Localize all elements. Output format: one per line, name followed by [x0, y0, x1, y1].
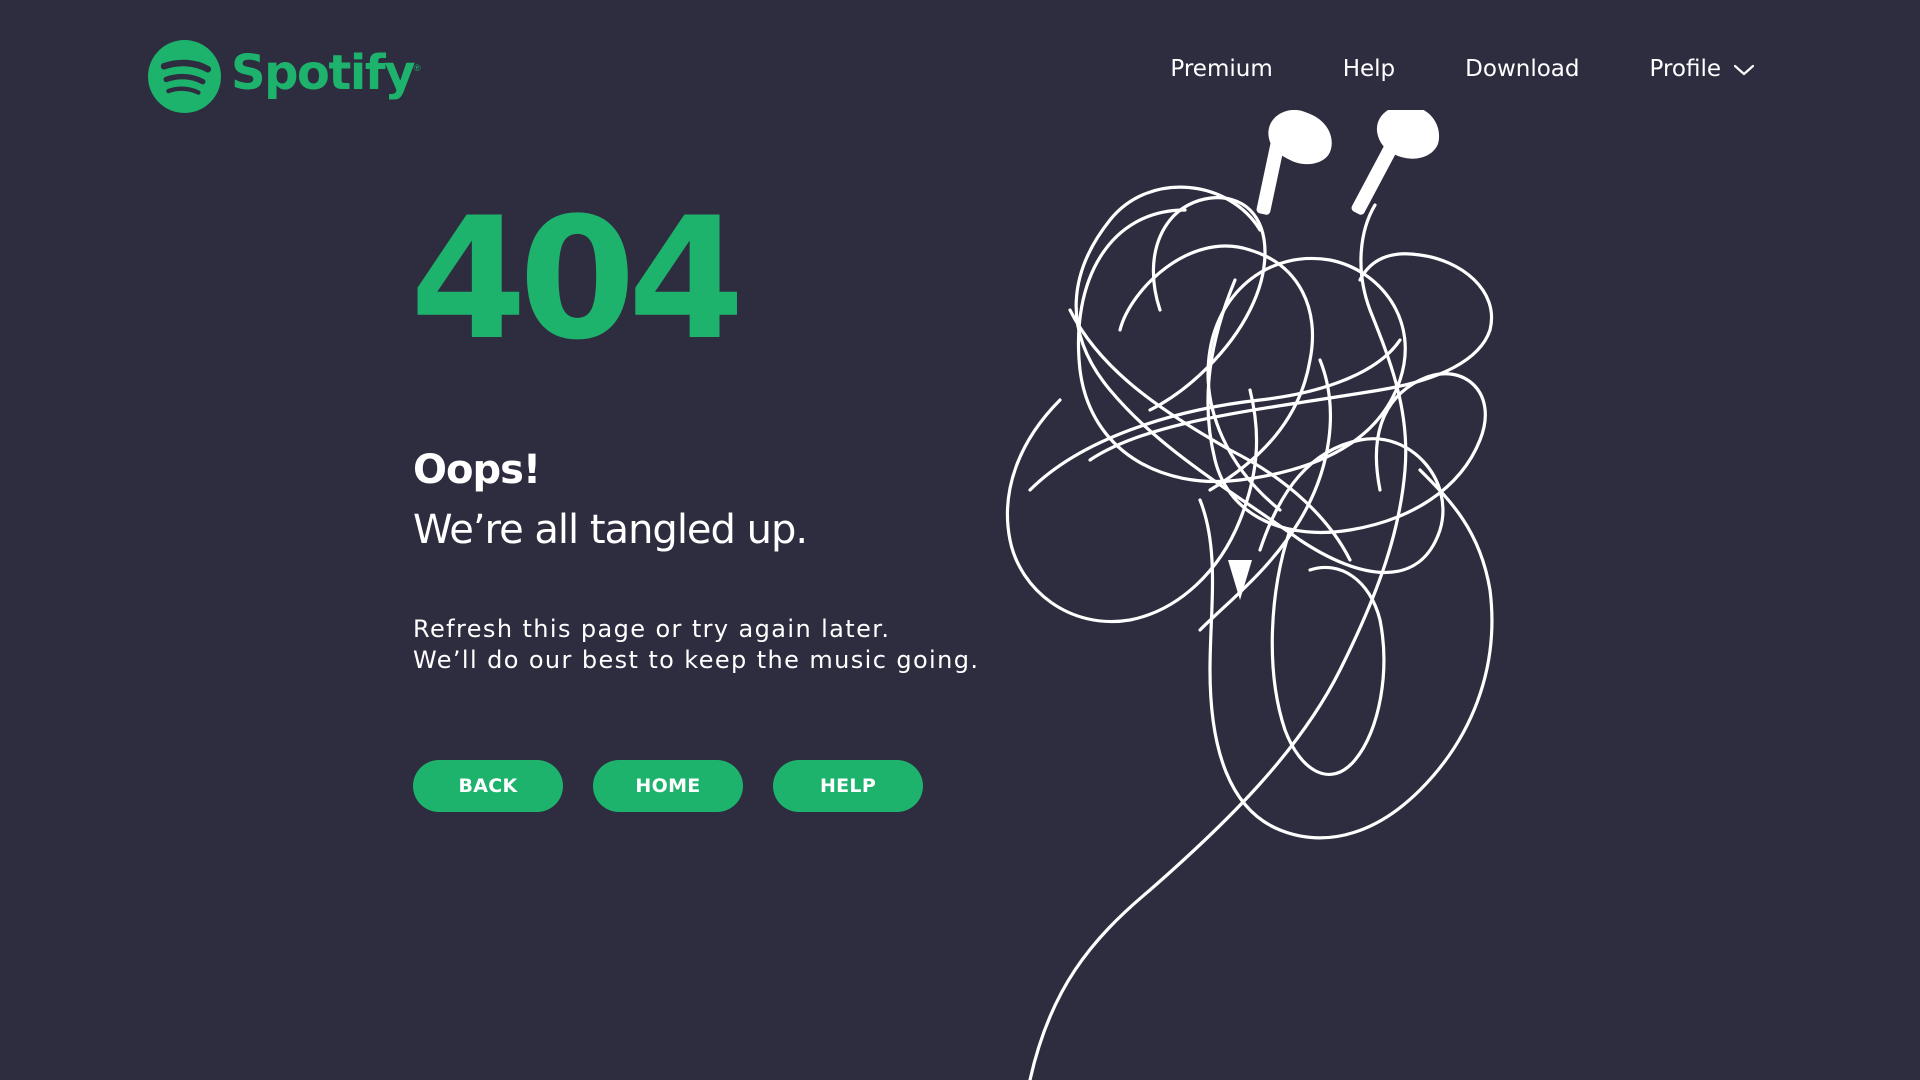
registered-mark: ®	[413, 63, 421, 73]
error-heading: Oops!	[413, 447, 541, 493]
back-button[interactable]: BACK	[413, 760, 563, 812]
description-line: Refresh this page or try again later.	[413, 615, 891, 643]
error-page: Spotify ® Premium Help Download Profile …	[0, 0, 1920, 1080]
error-description: Refresh this page or try again later. We…	[413, 614, 979, 676]
nav-profile-label: Profile	[1649, 56, 1721, 82]
chevron-down-icon	[1733, 64, 1755, 75]
home-button[interactable]: HOME	[593, 760, 743, 812]
spotify-logo[interactable]: Spotify ®	[148, 38, 421, 114]
logo-wordmark: Spotify	[231, 45, 415, 101]
spotify-logo-icon	[148, 39, 221, 113]
top-nav: Premium Help Download Profile	[1170, 58, 1755, 81]
action-buttons: BACK HOME HELP	[413, 760, 923, 812]
nav-premium-label: Premium	[1170, 56, 1273, 82]
nav-help-link[interactable]: Help	[1343, 58, 1395, 81]
description-line: We’ll do our best to keep the music goin…	[413, 646, 980, 674]
error-code: 404	[410, 181, 745, 377]
nav-download-link[interactable]: Download	[1465, 58, 1579, 81]
nav-help-label: Help	[1342, 56, 1396, 82]
error-subheading: We’re all tangled up.	[413, 507, 808, 553]
nav-premium-link[interactable]: Premium	[1170, 58, 1272, 81]
help-button[interactable]: HELP	[773, 760, 923, 812]
tangled-earphones-icon	[1005, 110, 1494, 1080]
nav-profile-dropdown[interactable]: Profile	[1649, 58, 1755, 81]
nav-download-label: Download	[1465, 56, 1580, 82]
